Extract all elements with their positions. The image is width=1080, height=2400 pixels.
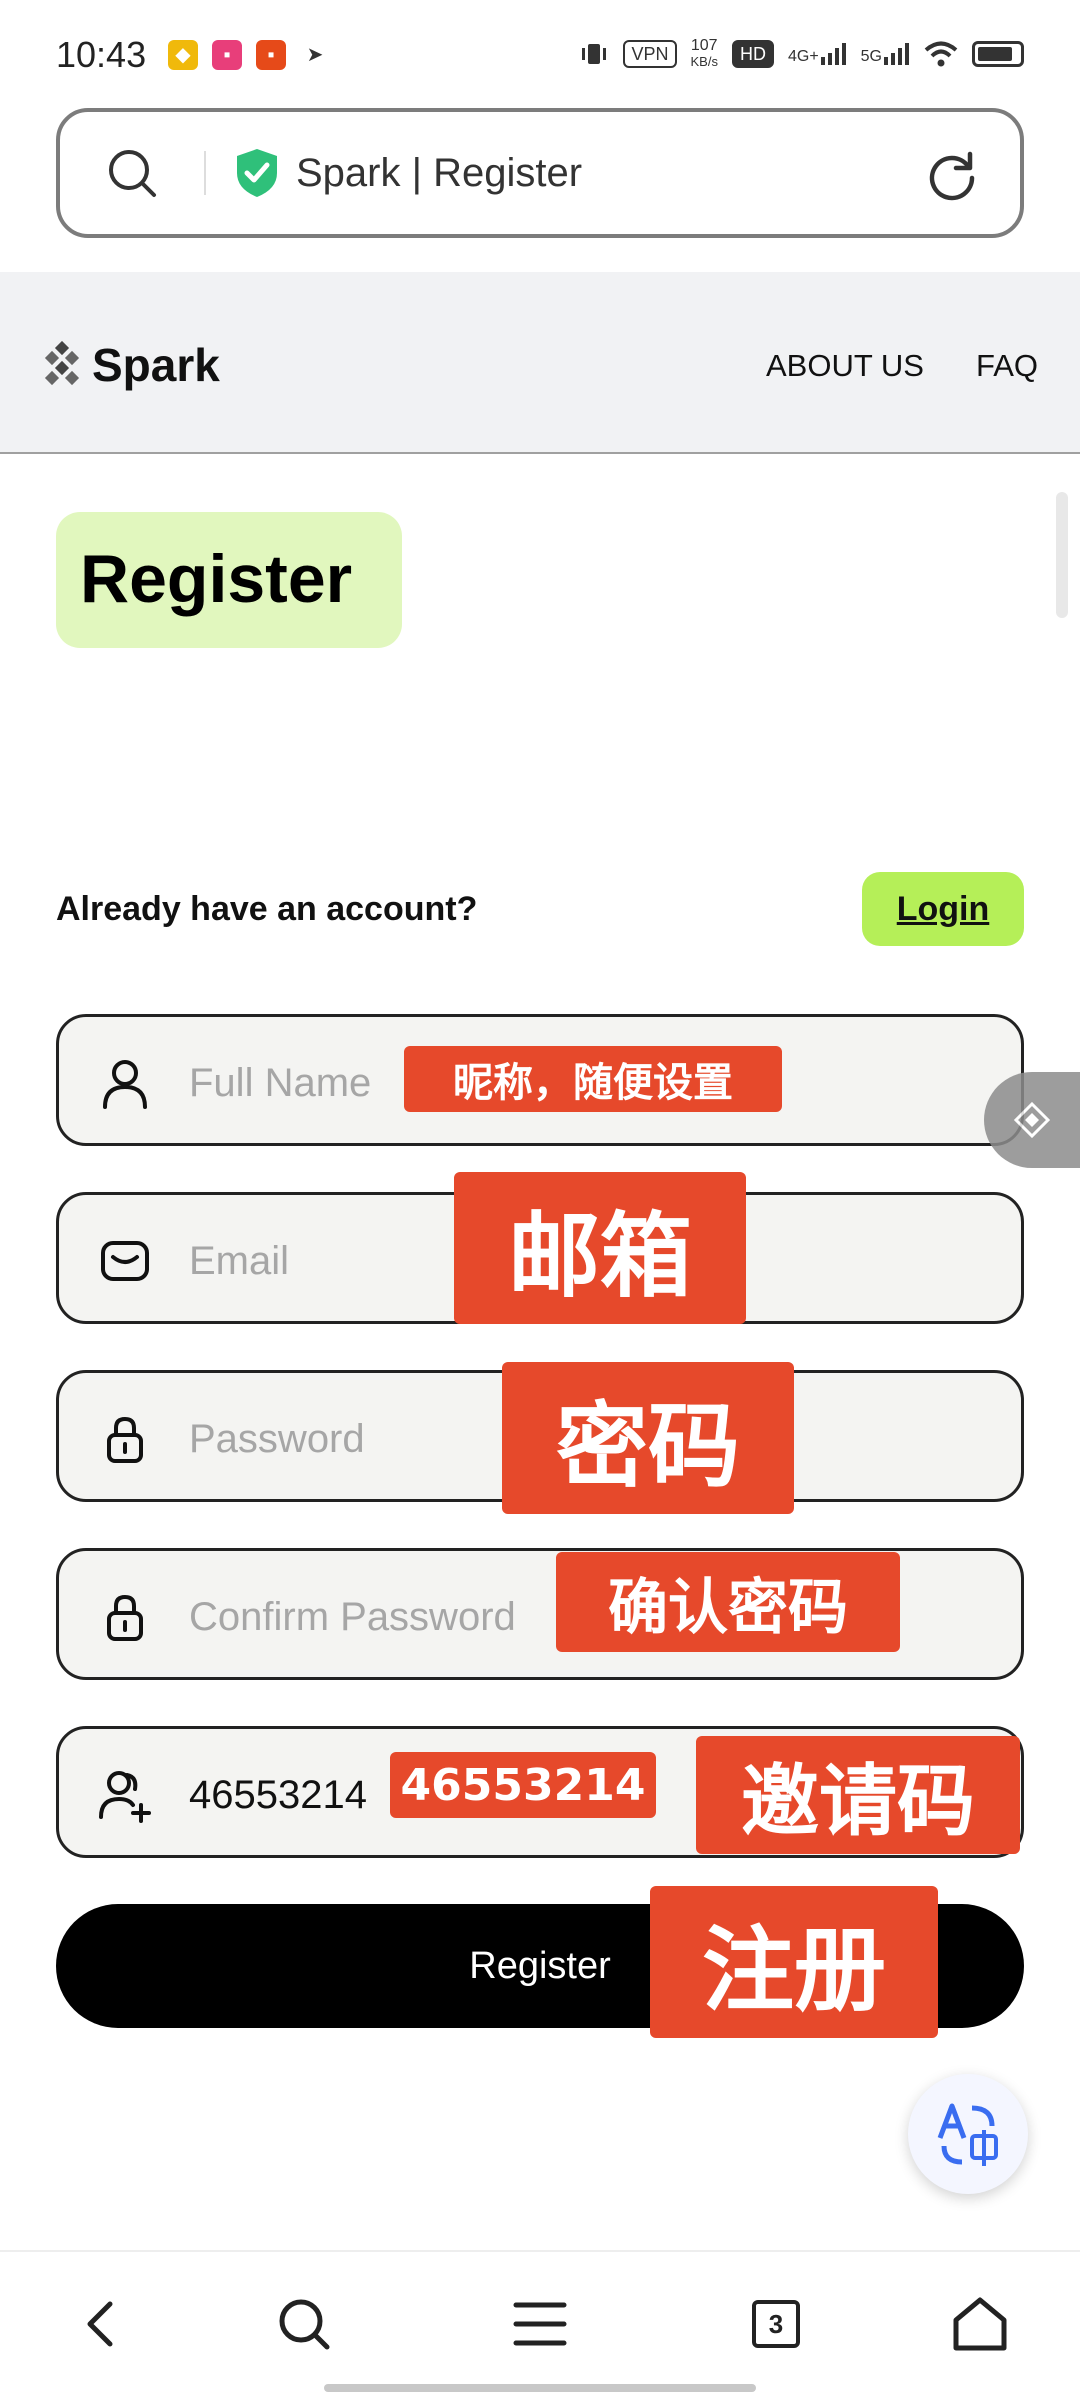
register-heading: Register	[80, 541, 353, 617]
home-indicator[interactable]	[324, 2384, 756, 2392]
annotation-email: 邮箱	[454, 1172, 746, 1324]
status-notification-icons: ◆ ▪ ▪ ➤	[168, 40, 330, 70]
shield-check-icon	[237, 149, 277, 197]
hd-indicator: HD	[731, 40, 774, 68]
address-divider	[204, 151, 206, 195]
vpn-indicator: VPN	[623, 40, 677, 68]
address-bar[interactable]: Spark | Register	[56, 108, 1024, 238]
tab-count: 3	[752, 2300, 800, 2348]
scrollbar[interactable]	[1056, 492, 1068, 618]
nav-faq[interactable]: FAQ	[976, 348, 1038, 384]
notification-app-icon: ▪	[256, 40, 286, 70]
home-icon	[953, 2297, 1007, 2351]
battery-icon	[972, 41, 1024, 67]
vibrate-icon	[582, 44, 607, 64]
spark-logo-icon	[44, 341, 80, 386]
translate-icon	[937, 2103, 998, 2166]
nav-about-us[interactable]: ABOUT US	[766, 348, 924, 384]
annotation-invite-code: 邀请码	[696, 1736, 1020, 1854]
lock-icon	[107, 1594, 143, 1641]
reload-icon[interactable]	[924, 148, 980, 204]
annotation-password: 密码	[502, 1362, 794, 1514]
search-icon	[279, 2299, 330, 2350]
annotation-confirm-password: 确认密码	[556, 1552, 900, 1652]
signal-bars-icon	[884, 43, 909, 65]
brand-name: Spark	[92, 339, 220, 391]
annotation-invite-code-value: 46553214	[390, 1752, 656, 1818]
network-speed: 107 KB/s	[691, 38, 718, 70]
mail-icon	[101, 1241, 149, 1281]
notification-app-icon: ▪	[212, 40, 242, 70]
page-title[interactable]: Spark | Register	[296, 151, 582, 196]
back-button[interactable]	[64, 2288, 136, 2360]
signal-4g-label: 4G+	[787, 48, 819, 65]
signal-4g: 4G+	[788, 43, 847, 65]
home-button[interactable]	[944, 2288, 1016, 2360]
telegram-icon: ➤	[306, 44, 324, 66]
nav-search-button[interactable]	[268, 2288, 340, 2360]
status-indicators: VPN 107 KB/s HD 4G+ 5G	[579, 38, 1024, 70]
network-speed-unit: KB/s	[690, 54, 718, 69]
wifi-icon	[924, 41, 958, 67]
notification-app-icon: ◆	[168, 40, 198, 70]
search-icon[interactable]	[104, 145, 160, 201]
annotation-register: 注册	[650, 1886, 938, 2038]
chevron-left-icon	[87, 2301, 113, 2347]
brand[interactable]: Spark	[44, 338, 220, 392]
login-button[interactable]: Login	[862, 872, 1024, 946]
user-plus-icon	[99, 1771, 151, 1823]
already-have-account-text: Already have an account?	[56, 890, 478, 928]
tabs-button[interactable]: 3	[740, 2288, 812, 2360]
menu-icon	[513, 2302, 567, 2346]
translate-button[interactable]	[908, 2074, 1028, 2194]
signal-bars-icon	[820, 43, 846, 65]
lock-icon	[107, 1416, 143, 1463]
network-speed-value: 107	[690, 37, 718, 54]
user-icon	[103, 1060, 147, 1109]
annotation-nickname: 昵称，随便设置	[404, 1046, 782, 1112]
menu-button[interactable]	[504, 2288, 576, 2360]
diamond-icon	[1013, 1101, 1051, 1139]
floating-side-tab[interactable]	[984, 1072, 1080, 1168]
site-header: Spark ABOUT US FAQ	[0, 272, 1080, 454]
status-bar: 10:43 ◆ ▪ ▪ ➤ VPN 107 KB/s HD 4G+ 5G	[0, 0, 1080, 100]
status-time: 10:43	[56, 34, 147, 75]
bottom-nav: 3	[0, 2250, 1080, 2400]
signal-5g-label: 5G	[860, 48, 882, 65]
signal-5g: 5G	[861, 43, 910, 65]
